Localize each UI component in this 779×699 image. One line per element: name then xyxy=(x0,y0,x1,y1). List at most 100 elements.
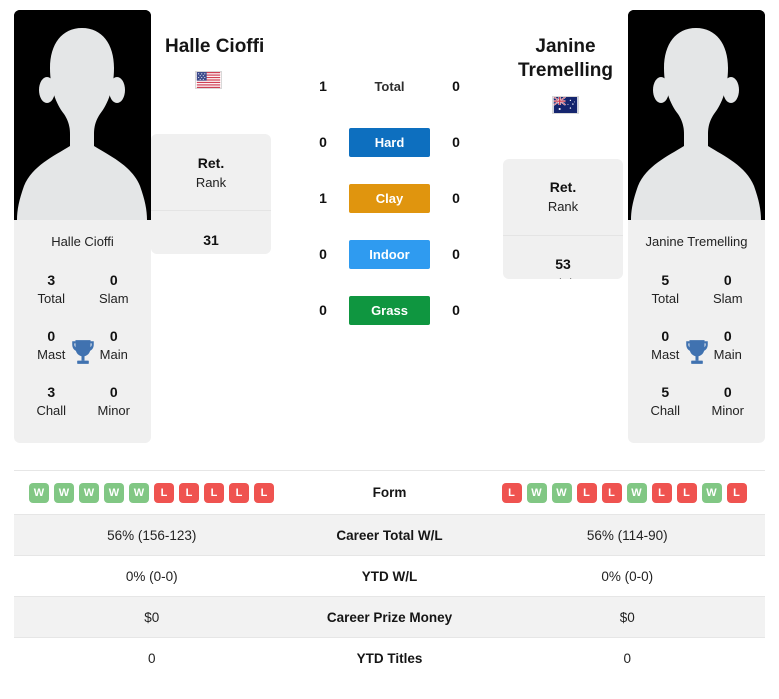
right-titles-total-value: 5 xyxy=(661,272,670,288)
right-rank-label: Rank xyxy=(547,199,579,215)
right-career-prize-money: $0 xyxy=(619,609,635,625)
left-titles-mast: 0 Mast xyxy=(20,317,83,373)
left-rank-card[interactable]: Ret. Rank 31 High 54 Age Plays xyxy=(151,134,271,255)
left-player-photo xyxy=(14,10,151,220)
stat-label-ytd-titles: YTD Titles xyxy=(356,650,423,666)
surface-comparison-column: 1 Total 0 0 Hard 0 1 Clay 0 0 Indoor 0 0… xyxy=(276,10,503,338)
right-titles-slam-value: 0 xyxy=(723,272,732,288)
left-career-total-wl: 56% (156-123) xyxy=(107,527,197,543)
right-titles-minor-value: 0 xyxy=(723,383,732,400)
right-titles-total: 5 Total xyxy=(634,261,697,317)
left-form-badge[interactable]: L xyxy=(179,482,199,503)
right-form-badge[interactable]: W xyxy=(701,482,722,503)
right-titles-total-label: Total xyxy=(651,291,679,307)
left-titles-main: 0 Main xyxy=(83,317,146,373)
right-titles-grid: 5 Total 0 Slam 0 Mast 0 Main 5 Chall 0 M… xyxy=(628,261,765,443)
stat-row-ytd-wl: 0% (0-0) YTD W/L 0% (0-0) xyxy=(14,555,765,596)
right-titles-chall-value: 5 xyxy=(661,383,670,400)
surface-row-hard: 0 Hard 0 xyxy=(276,114,503,170)
left-form-badge[interactable]: W xyxy=(104,482,124,503)
left-titles-chall-value: 3 xyxy=(47,383,56,400)
right-player-photo xyxy=(628,10,765,220)
left-form-cell: WWWWWLLLLL xyxy=(14,482,290,503)
player-comparison-page: Halle Cioffi 3 Total 0 Slam 0 Mast 0 Mai… xyxy=(0,0,779,699)
stat-row-ytd-titles: 0 YTD Titles 0 xyxy=(14,637,765,678)
right-form-badge[interactable]: L xyxy=(726,482,747,503)
left-player-card[interactable]: Halle Cioffi 3 Total 0 Slam 0 Mast 0 Mai… xyxy=(14,10,151,443)
left-form-badge[interactable]: W xyxy=(54,482,74,503)
stat-row-career-total-wl: 56% (156-123) Career Total W/L 56% (114-… xyxy=(14,514,765,555)
left-ytd-titles: 0 xyxy=(147,650,156,666)
right-rank-value: Ret. xyxy=(549,179,577,196)
right-form-badge[interactable]: L xyxy=(576,482,597,503)
surface-clay-left-score: 1 xyxy=(319,190,327,206)
left-form-badge[interactable]: L xyxy=(204,482,224,503)
left-center-stack: Halle Cioffi Ret. Rank 31 xyxy=(151,10,276,255)
right-titles-mast: 0 Mast xyxy=(634,317,697,373)
us-flag-icon xyxy=(195,71,222,90)
left-ytd-wl: 0% (0-0) xyxy=(125,568,178,584)
right-ytd-wl: 0% (0-0) xyxy=(601,568,654,584)
left-rank-current: Ret. Rank xyxy=(151,134,271,212)
left-high-label: High xyxy=(198,251,225,255)
right-titles-main-label: Main xyxy=(713,347,742,363)
right-form-badge[interactable]: L xyxy=(651,482,672,503)
head-to-head-stats-table: WWWWWLLLLL Form LWWLLWLLWL 56% (156-123)… xyxy=(0,470,779,678)
left-form-badge[interactable]: W xyxy=(29,482,49,503)
right-rank-card[interactable]: Ret. Rank 53 High 56 Age Plays xyxy=(503,158,623,279)
surface-hard-badge[interactable]: Hard xyxy=(349,127,430,157)
left-form-badge[interactable]: L xyxy=(154,482,174,503)
left-titles-total-label: Total xyxy=(37,291,65,307)
left-form-badge[interactable]: W xyxy=(79,482,99,503)
surface-hard-right-score: 0 xyxy=(452,134,460,150)
left-form-badge[interactable]: L xyxy=(229,482,249,503)
left-titles-mast-value: 0 xyxy=(47,327,56,344)
left-titles-slam-label: Slam xyxy=(98,291,129,307)
left-titles-mast-label: Mast xyxy=(37,347,66,363)
surface-indoor-badge[interactable]: Indoor xyxy=(349,239,430,269)
left-rank-high: 31 High xyxy=(151,211,271,255)
comparison-top-area: Halle Cioffi 3 Total 0 Slam 0 Mast 0 Mai… xyxy=(0,0,779,470)
au-flag-icon xyxy=(552,95,579,114)
surface-grass-badge[interactable]: Grass xyxy=(349,295,430,325)
left-titles-total: 3 Total xyxy=(20,261,83,317)
right-center-stack: Janine Tremelling Ret. Rank 53 xyxy=(503,10,628,279)
right-form-badge[interactable]: L xyxy=(601,482,622,503)
left-titles-main-value: 0 xyxy=(109,327,118,344)
left-titles-main-label: Main xyxy=(99,347,128,363)
stat-label-form: Form xyxy=(372,485,407,500)
right-form-badge[interactable]: W xyxy=(526,482,547,503)
left-career-prize-money: $0 xyxy=(144,609,160,625)
surface-row-indoor: 0 Indoor 0 xyxy=(276,226,503,282)
right-form-badge[interactable]: L xyxy=(676,482,697,503)
right-titles-minor: 0 Minor xyxy=(697,373,760,429)
left-form-badge[interactable]: L xyxy=(254,482,274,503)
stat-row-career-prize-money: $0 Career Prize Money $0 xyxy=(14,596,765,637)
left-titles-chall-label: Chall xyxy=(36,402,67,418)
stat-label-ytd-wl: YTD W/L xyxy=(361,568,418,584)
right-titles-chall-label: Chall xyxy=(650,402,681,418)
surface-total-right-score: 0 xyxy=(452,78,460,94)
right-rank-current: Ret. Rank xyxy=(503,159,623,236)
left-titles-slam-value: 0 xyxy=(109,272,118,288)
left-titles-minor-value: 0 xyxy=(109,383,118,400)
stat-label-career-total-wl: Career Total W/L xyxy=(336,527,443,543)
left-player-card-name: Halle Cioffi xyxy=(51,234,114,249)
surface-clay-badge[interactable]: Clay xyxy=(349,183,430,213)
left-rank-label: Rank xyxy=(195,174,227,190)
right-high-value: 53 xyxy=(555,256,571,273)
left-form-badge[interactable]: W xyxy=(129,482,149,503)
left-high-value: 31 xyxy=(203,231,219,248)
left-player-name: Halle Cioffi xyxy=(165,36,265,57)
stat-row-form: WWWWWLLLLL Form LWWLLWLLWL xyxy=(14,470,765,514)
right-player-card[interactable]: Janine Tremelling 5 Total 0 Slam 0 Mast … xyxy=(628,10,765,443)
surface-hard-left-score: 0 xyxy=(319,134,327,150)
right-form-badge[interactable]: L xyxy=(501,482,522,503)
surface-grass-left-score: 0 xyxy=(319,302,327,318)
right-player-name: Janine Tremelling xyxy=(517,36,614,82)
right-form-badge[interactable]: W xyxy=(626,482,647,503)
right-titles-main-value: 0 xyxy=(723,327,732,344)
surface-row-total: 1 Total 0 xyxy=(276,58,503,114)
right-form-badge[interactable]: W xyxy=(551,482,572,503)
left-form-list: WWWWWLLLLL xyxy=(14,482,290,503)
